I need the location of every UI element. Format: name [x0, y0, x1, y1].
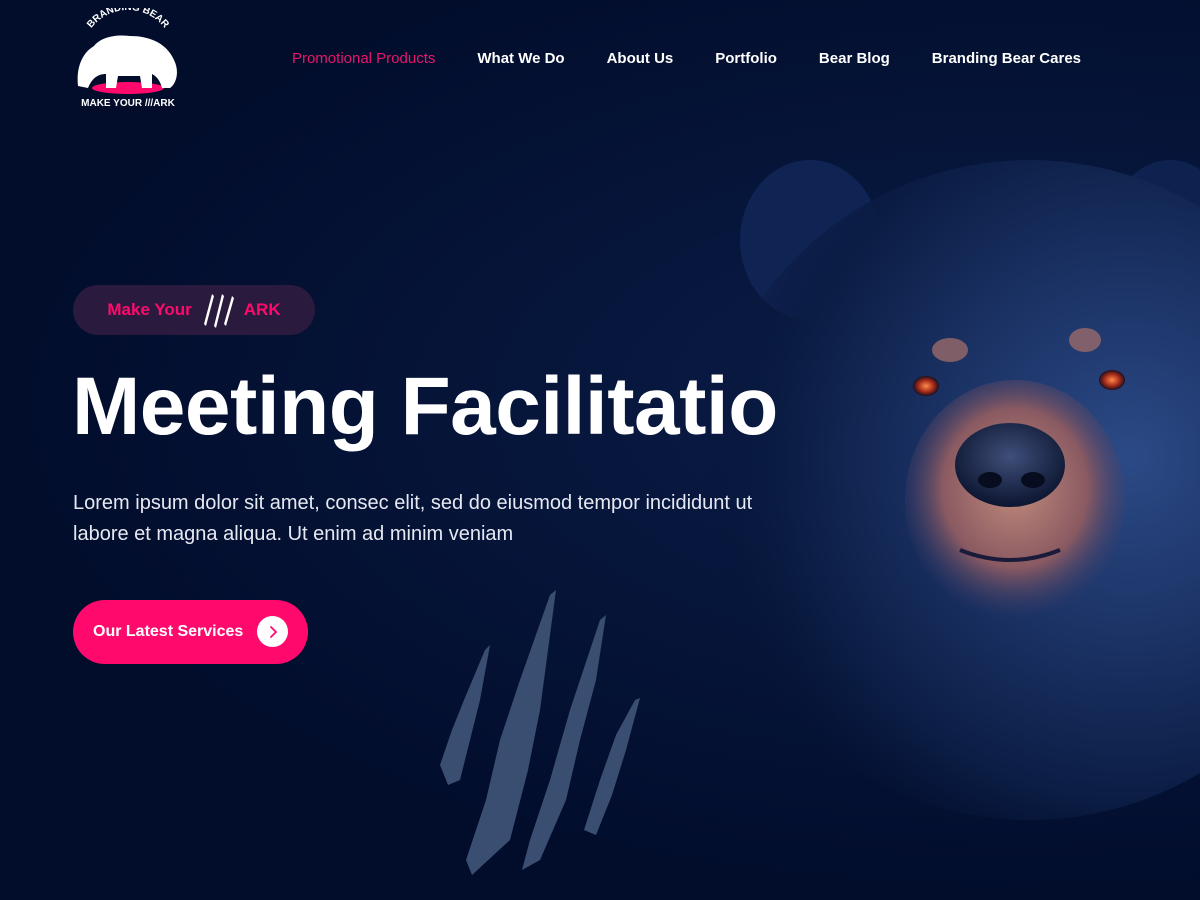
brand-logo[interactable]: BRANDING BEAR MAKE YOUR ///ARK: [72, 8, 184, 112]
site-header: BRANDING BEAR MAKE YOUR ///ARK Promotion…: [0, 0, 1200, 120]
badge-text-left: Make Your: [107, 300, 192, 319]
svg-text:MAKE YOUR ///ARK: MAKE YOUR ///ARK: [81, 98, 175, 109]
hero-headline: Meeting Facilitatio: [72, 361, 778, 452]
page: BRANDING BEAR MAKE YOUR ///ARK Promotion…: [0, 0, 1200, 900]
nav-item-branding-bear-cares[interactable]: Branding Bear Cares: [932, 50, 1081, 67]
latest-services-label: Our Latest Services: [93, 623, 244, 640]
main-nav: Promotional Products What We Do About Us…: [292, 50, 1081, 67]
nav-item-bear-blog[interactable]: Bear Blog: [819, 50, 890, 67]
badge-text-right: ARK: [243, 300, 281, 319]
nav-item-about-us[interactable]: About Us: [607, 50, 674, 67]
claw-marks-decoration-icon: [440, 590, 640, 875]
hero-subtext: Lorem ipsum dolor sit amet, consec elit,…: [73, 492, 753, 545]
claw-marks-icon: [203, 294, 234, 328]
latest-services-button[interactable]: Our Latest Services: [73, 600, 308, 664]
nav-item-promotional-products[interactable]: Promotional Products: [292, 50, 435, 67]
chevron-right-icon: [257, 616, 288, 647]
svg-text:BRANDING BEAR: BRANDING BEAR: [85, 8, 171, 31]
nav-item-portfolio[interactable]: Portfolio: [715, 50, 777, 67]
nav-item-what-we-do[interactable]: What We Do: [477, 50, 564, 67]
tagline-badge: Make Your ARK: [73, 285, 315, 335]
